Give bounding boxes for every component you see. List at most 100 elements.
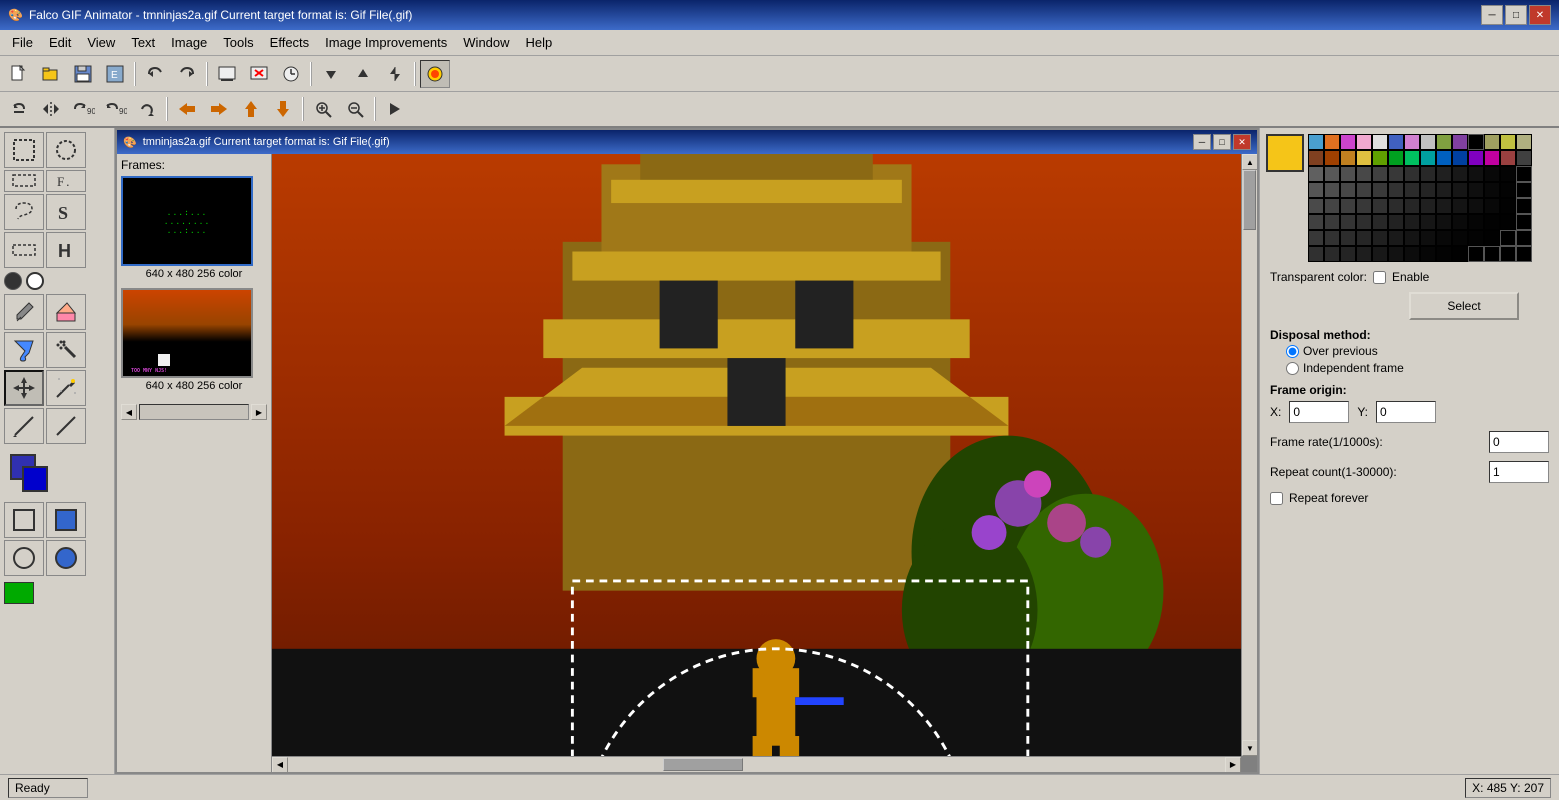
palette-cell[interactable] <box>1500 246 1516 262</box>
palette-cell[interactable] <box>1484 134 1500 150</box>
inner-maximize-button[interactable]: □ <box>1213 134 1231 150</box>
rotate-cw90-button[interactable]: 90° <box>68 95 98 123</box>
palette-cell[interactable] <box>1340 134 1356 150</box>
palette-cell[interactable] <box>1484 166 1500 182</box>
eraser-tool[interactable] <box>46 294 86 330</box>
palette-cell[interactable] <box>1420 214 1436 230</box>
small-circle-tool[interactable] <box>26 272 44 290</box>
x-input[interactable]: 0 <box>1289 401 1349 423</box>
palette-cell[interactable] <box>1340 230 1356 246</box>
select-magic-tool[interactable]: F. <box>46 170 86 192</box>
palette-cell[interactable] <box>1324 182 1340 198</box>
palette-cell[interactable] <box>1500 198 1516 214</box>
palette-cell[interactable] <box>1372 198 1388 214</box>
select-rect-tool[interactable] <box>4 132 44 168</box>
palette-cell[interactable] <box>1372 166 1388 182</box>
palette-cell[interactable] <box>1436 246 1452 262</box>
palette-cell[interactable] <box>1452 166 1468 182</box>
ellipse-fill-tool[interactable] <box>46 540 86 576</box>
green-color-swatch[interactable] <box>4 582 34 604</box>
frame-item-1[interactable]: ...:..............:... 640 x 480 256 col… <box>121 176 267 280</box>
palette-cell[interactable] <box>1484 198 1500 214</box>
palette-cell[interactable] <box>1388 134 1404 150</box>
pencil-tool[interactable] <box>4 408 44 444</box>
text-tool[interactable]: S <box>46 194 86 230</box>
play-button[interactable] <box>380 95 410 123</box>
palette-cell[interactable] <box>1308 182 1324 198</box>
palette-cell[interactable] <box>1356 150 1372 166</box>
undo-button[interactable] <box>140 60 170 88</box>
palette-cell[interactable] <box>1404 214 1420 230</box>
frames-scroll-thumb[interactable] <box>139 404 249 420</box>
select-row-tool[interactable] <box>4 232 44 268</box>
palette-cell[interactable] <box>1324 166 1340 182</box>
palette-cell[interactable] <box>1308 166 1324 182</box>
palette-cell[interactable] <box>1420 182 1436 198</box>
palette-cell[interactable] <box>1356 198 1372 214</box>
fill-tool[interactable] <box>4 332 44 368</box>
palette-cell[interactable] <box>1436 230 1452 246</box>
palette-cell[interactable] <box>1516 134 1532 150</box>
palette-cell[interactable] <box>1372 134 1388 150</box>
select-lasso-tool[interactable] <box>4 194 44 230</box>
minimize-button[interactable]: ─ <box>1481 5 1503 25</box>
palette-cell[interactable] <box>1468 134 1484 150</box>
palette-cell[interactable] <box>1308 134 1324 150</box>
palette-cell[interactable] <box>1404 230 1420 246</box>
palette-cell[interactable] <box>1452 150 1468 166</box>
select-ellipse-tool[interactable] <box>46 132 86 168</box>
palette-cell[interactable] <box>1484 150 1500 166</box>
spray-tool[interactable] <box>46 332 86 368</box>
frame-thumb-1[interactable]: ...:..............:... <box>121 176 253 266</box>
background-color[interactable] <box>22 466 48 492</box>
palette-cell[interactable] <box>1372 214 1388 230</box>
palette-cell[interactable] <box>1324 214 1340 230</box>
palette-cell[interactable] <box>1484 246 1500 262</box>
palette-cell[interactable] <box>1452 230 1468 246</box>
palette-cell[interactable] <box>1452 198 1468 214</box>
palette-cell[interactable] <box>1356 230 1372 246</box>
palette-cell[interactable] <box>1308 214 1324 230</box>
palette-cell[interactable] <box>1308 246 1324 262</box>
canvas-scroll-right[interactable]: ▶ <box>1225 757 1241 773</box>
arrow-up-button[interactable] <box>236 95 266 123</box>
palette-cell[interactable] <box>1324 150 1340 166</box>
menu-tools[interactable]: Tools <box>215 32 261 53</box>
palette-cell[interactable] <box>1500 134 1516 150</box>
palette-cell[interactable] <box>1452 134 1468 150</box>
zoom-out-button[interactable] <box>340 95 370 123</box>
preview-button[interactable] <box>212 60 242 88</box>
canvas-vscroll[interactable]: ▲ ▼ <box>1241 154 1257 756</box>
palette-cell[interactable] <box>1468 182 1484 198</box>
palette-cell[interactable] <box>1388 166 1404 182</box>
canvas-hscroll-thumb[interactable] <box>663 758 743 771</box>
palette-cell[interactable] <box>1484 230 1500 246</box>
save-button[interactable] <box>68 60 98 88</box>
canvas-hscroll-track[interactable] <box>288 757 1225 772</box>
repeat-count-input[interactable]: 1 <box>1489 461 1549 483</box>
inner-close-button[interactable]: ✕ <box>1233 134 1251 150</box>
palette-cell[interactable] <box>1356 134 1372 150</box>
palette-cell[interactable] <box>1324 198 1340 214</box>
palette-cell[interactable] <box>1500 150 1516 166</box>
record-button[interactable] <box>420 60 450 88</box>
flip-horizontal-button[interactable] <box>36 95 66 123</box>
maximize-button[interactable]: □ <box>1505 5 1527 25</box>
palette-cell[interactable] <box>1356 214 1372 230</box>
menu-help[interactable]: Help <box>518 32 561 53</box>
new-button[interactable] <box>4 60 34 88</box>
palette-cell[interactable] <box>1468 246 1484 262</box>
palette-cell[interactable] <box>1340 198 1356 214</box>
palette-cell[interactable] <box>1388 230 1404 246</box>
move-tool[interactable] <box>4 370 44 406</box>
move-up-button[interactable] <box>348 60 378 88</box>
arrow-down-button[interactable] <box>268 95 298 123</box>
palette-cell[interactable] <box>1436 166 1452 182</box>
palette-cell[interactable] <box>1388 246 1404 262</box>
move-down-button[interactable] <box>316 60 346 88</box>
frame-rate-input[interactable]: 0 <box>1489 431 1549 453</box>
repeat-forever-checkbox[interactable] <box>1270 492 1283 505</box>
enable-transparent-checkbox[interactable] <box>1373 271 1386 284</box>
palette-cell[interactable] <box>1516 150 1532 166</box>
redo-button[interactable] <box>172 60 202 88</box>
